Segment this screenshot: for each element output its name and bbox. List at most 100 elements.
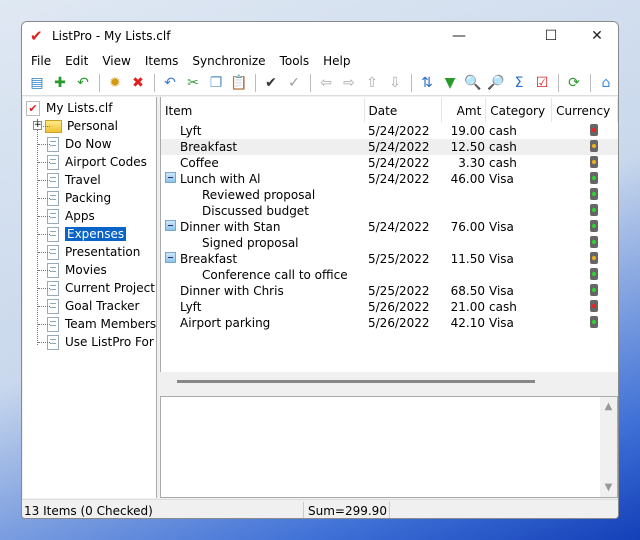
sort-button[interactable]: ⇅ bbox=[416, 72, 438, 94]
arrow-down-button[interactable]: ⇩ bbox=[384, 72, 406, 94]
collapse-minus-icon[interactable] bbox=[165, 220, 176, 231]
column-header-category[interactable]: Category bbox=[486, 98, 553, 122]
cut-button[interactable]: ✂ bbox=[182, 72, 204, 94]
menu-synchronize[interactable]: Synchronize bbox=[185, 54, 272, 68]
amount-cell: 46.00 bbox=[450, 172, 485, 186]
tree-item-goal-tracker[interactable]: Goal Tracker bbox=[38, 297, 139, 315]
tree-item-team-members[interactable]: Team Members bbox=[38, 315, 156, 333]
menu-tools[interactable]: Tools bbox=[273, 54, 317, 68]
horizontal-scrollbar[interactable] bbox=[160, 372, 618, 393]
table-row[interactable]: Lyft 5/26/2022 21.00 cash bbox=[161, 299, 618, 315]
arrow-left-button[interactable]: ⇦ bbox=[315, 72, 337, 94]
table-row[interactable]: Lunch with Al 5/24/2022 46.00 Visa bbox=[161, 171, 618, 187]
new-list-button[interactable]: ▤ bbox=[26, 72, 48, 94]
toolbar-separator bbox=[558, 74, 559, 92]
home-button[interactable]: ⌂ bbox=[595, 72, 617, 94]
tree-item-label: Movies bbox=[65, 263, 107, 277]
traffic-light-green-icon bbox=[590, 204, 598, 216]
arrow-right-button[interactable]: ⇨ bbox=[338, 72, 360, 94]
sum-button[interactable]: Σ bbox=[508, 72, 530, 94]
item-cell: Lyft bbox=[180, 300, 202, 314]
table-row[interactable]: Discussed budget bbox=[161, 203, 618, 219]
amount-cell: 21.00 bbox=[450, 300, 485, 314]
table-row[interactable]: Reviewed proposal bbox=[161, 187, 618, 203]
maximize-button[interactable]: ☐ bbox=[528, 22, 574, 50]
column-header-date[interactable]: Date bbox=[365, 98, 443, 122]
menu-items[interactable]: Items bbox=[138, 54, 186, 68]
vertical-scrollbar[interactable]: ▲ ▼ bbox=[600, 397, 617, 497]
undo-button[interactable]: ↶ bbox=[159, 72, 181, 94]
tree-item-personal[interactable]: + Personal bbox=[33, 117, 119, 135]
tree-item-use-listpro-for[interactable]: Use ListPro For bbox=[38, 333, 154, 351]
arrow-left-icon: ⇦ bbox=[320, 75, 332, 91]
expand-plus-icon[interactable]: + bbox=[33, 121, 42, 130]
date-cell: 5/26/2022 bbox=[368, 316, 430, 330]
filter-button[interactable]: ▼ bbox=[439, 72, 461, 94]
uncheck-button[interactable]: ✓ bbox=[283, 72, 305, 94]
copy-button[interactable]: ❐ bbox=[205, 72, 227, 94]
find-next-button[interactable]: 🔎 bbox=[485, 72, 507, 94]
scroll-thumb[interactable] bbox=[177, 380, 535, 383]
table-row[interactable]: Breakfast 5/24/2022 12.50 cash bbox=[161, 139, 618, 155]
column-header-currency[interactable]: Currency bbox=[552, 98, 618, 122]
settings-icon: ✹ bbox=[109, 75, 121, 91]
menu-help[interactable]: Help bbox=[316, 54, 357, 68]
menu-view[interactable]: View bbox=[95, 54, 137, 68]
close-button[interactable]: ✕ bbox=[574, 22, 618, 50]
tree-item-do-now[interactable]: Do Now bbox=[38, 135, 112, 153]
checklist-icon: ☑ bbox=[535, 75, 549, 91]
collapse-minus-icon[interactable] bbox=[165, 172, 176, 183]
table-row[interactable]: Signed proposal bbox=[161, 235, 618, 251]
sync-button[interactable]: ⟳ bbox=[563, 72, 585, 94]
scroll-down-icon[interactable]: ▼ bbox=[600, 482, 617, 493]
category-cell: cash bbox=[489, 300, 517, 314]
tree-item-label: Personal bbox=[67, 119, 119, 133]
menu-edit[interactable]: Edit bbox=[58, 54, 95, 68]
minimize-button[interactable]: — bbox=[436, 22, 482, 50]
menu-file[interactable]: File bbox=[24, 54, 58, 68]
table-row[interactable]: Coffee 5/24/2022 3.30 cash bbox=[161, 155, 618, 171]
tree-item-travel[interactable]: Travel bbox=[38, 171, 101, 189]
delete-button[interactable]: ✖ bbox=[127, 72, 149, 94]
notes-pane[interactable]: ▲ ▼ bbox=[160, 396, 618, 498]
tree-item-current-project[interactable]: Current Project bbox=[38, 279, 155, 297]
check-button[interactable]: ✔ bbox=[260, 72, 282, 94]
tree-item-airport-codes[interactable]: Airport Codes bbox=[38, 153, 147, 171]
tree-item-apps[interactable]: Apps bbox=[38, 207, 95, 225]
window-title: ListPro - My Lists.clf bbox=[52, 29, 171, 43]
item-cell: Breakfast bbox=[180, 140, 238, 154]
table-row[interactable]: Dinner with Stan 5/24/2022 76.00 Visa bbox=[161, 219, 618, 235]
title-bar: ✔ ListPro - My Lists.clf — ☐ ✕ bbox=[22, 22, 618, 50]
tree-root[interactable]: ✔ My Lists.clf bbox=[26, 99, 112, 117]
settings-button[interactable]: ✹ bbox=[104, 72, 126, 94]
amount-cell: 42.10 bbox=[450, 316, 485, 330]
date-cell: 5/26/2022 bbox=[368, 300, 430, 314]
add-item-button[interactable]: ✚ bbox=[49, 72, 71, 94]
item-cell: Dinner with Stan bbox=[180, 220, 281, 234]
table-row[interactable]: Lyft 5/24/2022 19.00 cash bbox=[161, 123, 618, 139]
scroll-up-icon[interactable]: ▲ bbox=[600, 401, 617, 412]
item-cell: Airport parking bbox=[180, 316, 271, 330]
table-row[interactable]: Breakfast 5/25/2022 11.50 Visa bbox=[161, 251, 618, 267]
find-button[interactable]: 🔍 bbox=[462, 72, 484, 94]
tree-item-label: Do Now bbox=[65, 137, 112, 151]
import-button[interactable]: ↶ bbox=[72, 72, 94, 94]
table-row[interactable]: Dinner with Chris 5/25/2022 68.50 Visa bbox=[161, 283, 618, 299]
table-row[interactable]: Airport parking 5/26/2022 42.10 Visa bbox=[161, 315, 618, 331]
traffic-light-yellow-icon bbox=[590, 140, 598, 152]
collapse-minus-icon[interactable] bbox=[165, 252, 176, 263]
tree-item-presentation[interactable]: Presentation bbox=[38, 243, 140, 261]
paste-button[interactable]: 📋 bbox=[228, 72, 250, 94]
column-header-item[interactable]: Item bbox=[161, 98, 365, 122]
tree-item-expenses[interactable]: Expenses bbox=[38, 225, 127, 243]
arrow-up-button[interactable]: ⇧ bbox=[361, 72, 383, 94]
table-row[interactable]: Conference call to office bbox=[161, 267, 618, 283]
traffic-light-green-icon bbox=[590, 172, 598, 184]
sort-icon: ⇅ bbox=[421, 75, 433, 91]
checklist-button[interactable]: ☑ bbox=[531, 72, 553, 94]
column-header-amt[interactable]: Amt bbox=[442, 98, 487, 122]
undo-icon: ↶ bbox=[164, 75, 176, 91]
category-cell: Visa bbox=[489, 252, 514, 266]
tree-item-packing[interactable]: Packing bbox=[38, 189, 111, 207]
tree-item-movies[interactable]: Movies bbox=[38, 261, 107, 279]
